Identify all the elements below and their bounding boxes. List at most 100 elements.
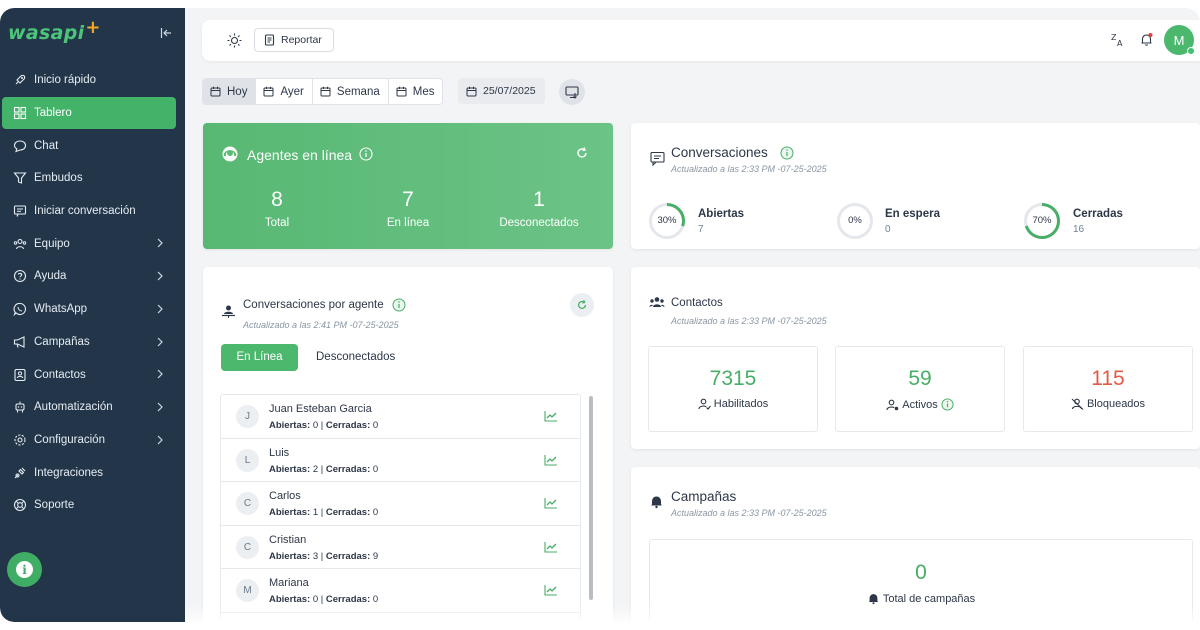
active-label-row: Activos [836, 398, 1004, 411]
sidebar-item-label: Inicio rápido [34, 74, 97, 87]
calendar-icon [263, 86, 274, 97]
download-screen-icon [565, 85, 579, 99]
info-circle-icon[interactable] [359, 147, 373, 161]
trend-chart-icon[interactable] [544, 497, 558, 509]
report-button[interactable]: Reportar [254, 28, 334, 52]
filter-week-button[interactable]: Semana [313, 79, 389, 104]
closed-value: 16 [1073, 224, 1085, 235]
blocked-contacts-box[interactable]: 115 Bloqueados [1023, 346, 1193, 432]
conversations-updated: Actualizado a las 2:33 PM -07-25-2025 [671, 164, 827, 174]
refresh-icon[interactable] [575, 146, 589, 160]
chevron-right-icon [157, 304, 163, 314]
refresh-button[interactable] [570, 293, 594, 317]
calendar-icon [320, 86, 331, 97]
refresh-icon [577, 300, 587, 309]
agents-online-label: En línea [386, 217, 430, 229]
trend-chart-icon[interactable] [544, 454, 558, 466]
list-item[interactable]: C Carlos Abiertas: 1 | Cerradas: 0 [221, 482, 580, 526]
agent-name: Cristian [269, 533, 307, 546]
conversations-card: Conversaciones Actualizado a las 2:33 PM… [631, 123, 1200, 249]
tab-online[interactable]: En Línea [221, 344, 298, 371]
sidebar-item-ayuda[interactable]: Ayuda [2, 260, 176, 293]
active-count: 59 [908, 367, 932, 390]
user-avatar[interactable]: M [1164, 25, 1195, 55]
sidebar-item-iniciar-conversacion[interactable]: Iniciar conversación [2, 195, 176, 228]
open-count: 3 [312, 550, 319, 562]
headset-agent-icon [222, 146, 238, 162]
date-picker[interactable]: 25/07/2025 [458, 78, 545, 104]
sidebar-item-equipo[interactable]: Equipo [2, 227, 176, 260]
enabled-contacts-box[interactable]: 7315 Habilitados [648, 346, 818, 432]
trend-chart-icon[interactable] [544, 584, 558, 596]
agents-offline-value: 1 [533, 188, 545, 211]
sidebar-item-label: Tablero [34, 107, 72, 120]
info-circle-icon[interactable] [941, 398, 954, 411]
theme-toggle-sun-icon[interactable] [227, 33, 242, 48]
agent-name: Mariana [269, 577, 309, 590]
sidebar-item-tablero[interactable]: Tablero [2, 96, 176, 130]
agents-online-card: Agentes en línea 8 Total 7 En línea 1 De… [203, 123, 613, 249]
online-status-dot [1187, 47, 1195, 55]
list-item[interactable]: J Juan Esteban Garcia Abiertas: 0 | Cerr… [221, 395, 580, 439]
open-count: 1 [312, 507, 319, 519]
conversations-by-agent-card: Conversaciones por agente Actualizado a … [203, 267, 613, 622]
report-icon [264, 34, 275, 46]
sidebar-item-automatizacion[interactable]: Automatización [2, 391, 176, 424]
sidebar-item-chat[interactable]: Chat [2, 129, 176, 162]
sidebar-item-soporte[interactable]: Soporte [2, 489, 176, 522]
notifications-bell-icon[interactable] [1139, 32, 1154, 47]
calendar-icon [210, 86, 221, 97]
new-message-icon [13, 205, 27, 217]
closed-label: Cerradas: [325, 550, 371, 562]
agents-total-label: Total [264, 217, 290, 229]
funnel-icon [13, 172, 27, 185]
sidebar-item-contactos[interactable]: Contactos [2, 358, 176, 391]
agent-name: Luis [269, 446, 290, 459]
filter-month-button[interactable]: Mes [389, 79, 443, 104]
sidebar-item-inicio-rapido[interactable]: Inicio rápido [2, 64, 176, 97]
export-button[interactable] [559, 79, 585, 105]
agent-counts: Abiertas: 2 | Cerradas: 0 [269, 463, 379, 475]
sidebar-item-label: Embudos [34, 172, 83, 185]
sidebar-item-embudos[interactable]: Embudos [2, 162, 176, 195]
agent-name: Juan Esteban Garcia [269, 403, 372, 415]
list-item[interactable]: C Cristian Abiertas: 3 | Cerradas: 9 [221, 526, 580, 570]
filter-yesterday-button[interactable]: Ayer [256, 79, 313, 104]
sidebar-item-integraciones[interactable]: Integraciones [2, 456, 176, 489]
waiting-pct-label: 0% [848, 215, 862, 226]
filter-today-button[interactable]: Hoy [203, 79, 257, 104]
sidebar-item-configuracion[interactable]: Configuración [2, 424, 176, 457]
campaigns-title: Campañas [671, 489, 737, 504]
active-contacts-box[interactable]: 59 Activos [835, 346, 1005, 432]
blocked-count: 115 [1091, 367, 1125, 390]
sidebar-item-whatsapp[interactable]: WhatsApp [2, 293, 176, 326]
list-item[interactable]: L Luis Abiertas: 2 | Cerradas: 0 [221, 439, 580, 483]
closed-label: Cerradas: [325, 420, 371, 431]
collapse-sidebar-icon[interactable] [160, 27, 174, 41]
translate-icon[interactable]: ZA [1110, 32, 1125, 47]
filter-week-label: Semana [336, 85, 380, 98]
info-circle-icon[interactable] [392, 298, 406, 312]
sidebar-item-campanas[interactable]: Campañas [2, 326, 176, 359]
open-count: 0 [312, 420, 319, 431]
closed-label: Cerradas: [325, 463, 371, 475]
info-circle-icon[interactable] [780, 146, 794, 160]
enabled-label: Habilitados [713, 398, 769, 410]
info-button[interactable]: i [7, 552, 42, 587]
agents-offline-label: Desconectados [499, 217, 579, 229]
closed-label: Cerradas: [325, 507, 371, 519]
avatar-initial: M [1173, 32, 1185, 48]
avatar: L [236, 448, 259, 472]
trend-chart-icon[interactable] [544, 410, 558, 422]
sidebar-item-label: Equipo [34, 237, 70, 250]
wasapi-logo[interactable]: wasapi+ [8, 17, 101, 44]
sidebar-item-label: Soporte [34, 499, 75, 512]
chevron-right-icon [157, 271, 163, 281]
message-lines-icon [650, 151, 665, 166]
campaigns-total-label: Total de campañas [882, 592, 976, 605]
user-check-icon [698, 398, 711, 410]
trend-chart-icon[interactable] [544, 541, 558, 553]
tab-disconnected[interactable]: Desconectados [316, 344, 395, 371]
closed-count: 0 [372, 463, 379, 475]
list-scrollbar[interactable] [589, 396, 593, 600]
